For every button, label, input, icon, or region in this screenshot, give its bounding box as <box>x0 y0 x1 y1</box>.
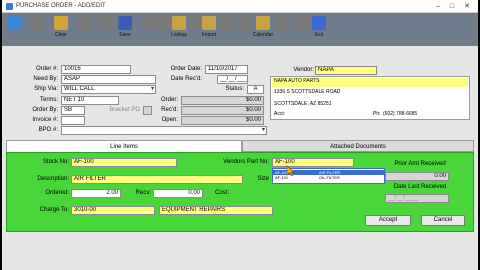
clear-icon <box>54 16 68 30</box>
toolbar-button-save[interactable]: Save <box>114 16 136 43</box>
date-last-received-label: Date Last Received <box>393 184 447 190</box>
vendor-info-box: NAPA AUTO PARTS 1336 S SCOTTSDALE ROAD S… <box>270 76 470 120</box>
charge-to-description: EQUIPMENT REPAIRS <box>159 206 273 215</box>
status-label: Status: <box>225 86 244 92</box>
maximize-button[interactable]: □ <box>446 2 458 11</box>
lookup-icon <box>172 16 186 30</box>
vendor-phone: (602) 788-6685 <box>383 111 418 117</box>
invoice-label: Invoice #: <box>32 117 58 123</box>
ordered-label: Ordered: <box>45 190 69 196</box>
charge-to-label: Charge To: <box>39 207 69 213</box>
toolbar-icon <box>238 16 252 30</box>
toolbar-icon <box>220 16 234 30</box>
recd-amount-value: $0.00 <box>181 106 264 115</box>
close-button[interactable]: ✕ <box>461 2 473 11</box>
ship-via-select[interactable]: WILL CALL <box>61 85 156 94</box>
order-amount-value: $0.00 <box>181 96 264 105</box>
toolbar-button-b1[interactable] <box>26 16 48 43</box>
option-description: OIL FILTER <box>319 175 340 180</box>
toolbar-button-exit[interactable]: Exit <box>308 16 330 43</box>
toolbar-icon <box>276 16 290 30</box>
prior-amt-received-value: 0.00 <box>385 172 449 181</box>
order-date-field[interactable]: 11/10/2017 <box>205 65 248 74</box>
open-amount-label: Open: <box>161 117 178 123</box>
footer-area <box>2 232 478 270</box>
vendor-code-field[interactable]: NAPA <box>315 66 377 75</box>
toolbar-icon <box>78 16 92 30</box>
stock-no-label: Stock No: <box>42 159 69 165</box>
vendor-label: Vendor: <box>293 67 314 73</box>
vendor-phone-label: Ph: <box>373 111 381 117</box>
toolbar-icon <box>30 16 44 30</box>
stock-no-field[interactable]: AF-100 <box>71 158 177 167</box>
cancel-button[interactable]: Cancel <box>421 215 465 226</box>
toolbar-button-calendar[interactable]: Calendar <box>252 16 274 43</box>
vendor-address: 1336 S SCOTTSDALE ROAD <box>274 89 341 95</box>
toolbar-button-clear[interactable]: Clear <box>50 16 72 43</box>
size-label: Size <box>257 176 269 182</box>
vendors-part-no-field[interactable]: AF-100 <box>272 158 354 167</box>
exit-icon <box>312 16 326 30</box>
invoice-field[interactable] <box>61 116 85 125</box>
ordered-field[interactable]: 2.00 <box>71 189 121 198</box>
date-recd-label: Date Rec'd: <box>170 76 202 82</box>
import-icon <box>202 16 216 30</box>
date-last-received-value: __/__/____ <box>385 194 449 203</box>
vendor-name: NAPA AUTO PARTS <box>272 78 468 87</box>
mouse-cursor-icon <box>286 165 295 177</box>
tab-line-items[interactable]: Line Items <box>6 140 242 152</box>
open-amount-value: $0.00 <box>181 116 264 125</box>
accept-button[interactable]: Accept <box>365 215 411 226</box>
vendor-city: SCOTTSDALE, AZ 85251 <box>274 101 332 107</box>
save-icon <box>118 16 132 30</box>
need-by-field[interactable]: ASAP <box>61 75 156 84</box>
order-by-label: Order By: <box>32 107 58 113</box>
bracket-po-label: Bracket PO <box>109 107 140 113</box>
charge-to-field[interactable]: 3010-00 <box>71 206 155 215</box>
toolbar-button-label: Exit <box>314 32 324 38</box>
toolbar-button-label: Calendar <box>252 32 274 38</box>
recd-amount-label: Rec'd: <box>161 107 178 113</box>
status-field[interactable]: A <box>247 85 264 94</box>
toolbar-button-b0[interactable] <box>4 16 26 43</box>
recv-label: Recv: <box>135 190 151 196</box>
order-by-field[interactable]: SB <box>61 106 85 115</box>
app-icon <box>6 3 13 10</box>
order-no-field[interactable]: 10016 <box>61 65 131 74</box>
toolbar-button-b3[interactable] <box>74 16 96 43</box>
need-by-label: Need By: <box>33 76 58 82</box>
cost-label: Cost: <box>214 190 229 196</box>
toolbar-button-label: Save <box>119 32 131 38</box>
toolbar-button-label: Clear <box>55 32 67 38</box>
date-recd-field[interactable]: __/__/____ <box>217 75 248 84</box>
calendar-icon <box>256 16 270 30</box>
bpo-select[interactable] <box>61 126 267 135</box>
order-date-label: Order Date: <box>170 66 202 72</box>
minimize-button[interactable]: – <box>432 2 444 11</box>
toolbar-icon <box>8 16 22 30</box>
tab-bar: Line Items Attached Documents <box>6 140 474 152</box>
ship-via-label: Ship Via: <box>34 86 58 92</box>
toolbar-button-b15[interactable] <box>272 16 294 43</box>
bpo-label: BPO #: <box>38 127 58 133</box>
line-item-panel: Stock No: AF-100 Vendors Part No: AF-100… <box>6 152 474 232</box>
prior-amt-received-label: Prior Amt Received <box>394 161 446 167</box>
order-amount-label: Order: <box>160 97 178 103</box>
recv-field[interactable]: 0.00 <box>153 189 203 198</box>
purchase-order-window: PURCHASE ORDER - ADD/EDIT – □ ✕ Clear Sav… <box>2 0 478 270</box>
title-bar: PURCHASE ORDER - ADD/EDIT – □ ✕ <box>2 0 478 13</box>
terms-field[interactable]: NET 10 <box>61 96 119 105</box>
vendors-part-no-label: Vendors Part No: <box>223 159 269 165</box>
terms-label: Terms: <box>40 97 58 103</box>
order-no-label: Order #: <box>35 66 58 72</box>
vendor-acct-label: Acct: <box>274 111 286 117</box>
description-label: Description: <box>37 176 69 182</box>
toolbar: Clear Save Lookup Import Calendar Exit <box>2 13 478 46</box>
window-title: PURCHASE ORDER - ADD/EDIT <box>16 3 106 9</box>
tab-attached-documents[interactable]: Attached Documents <box>242 140 474 152</box>
description-field[interactable]: AIR FILTER <box>71 175 243 184</box>
